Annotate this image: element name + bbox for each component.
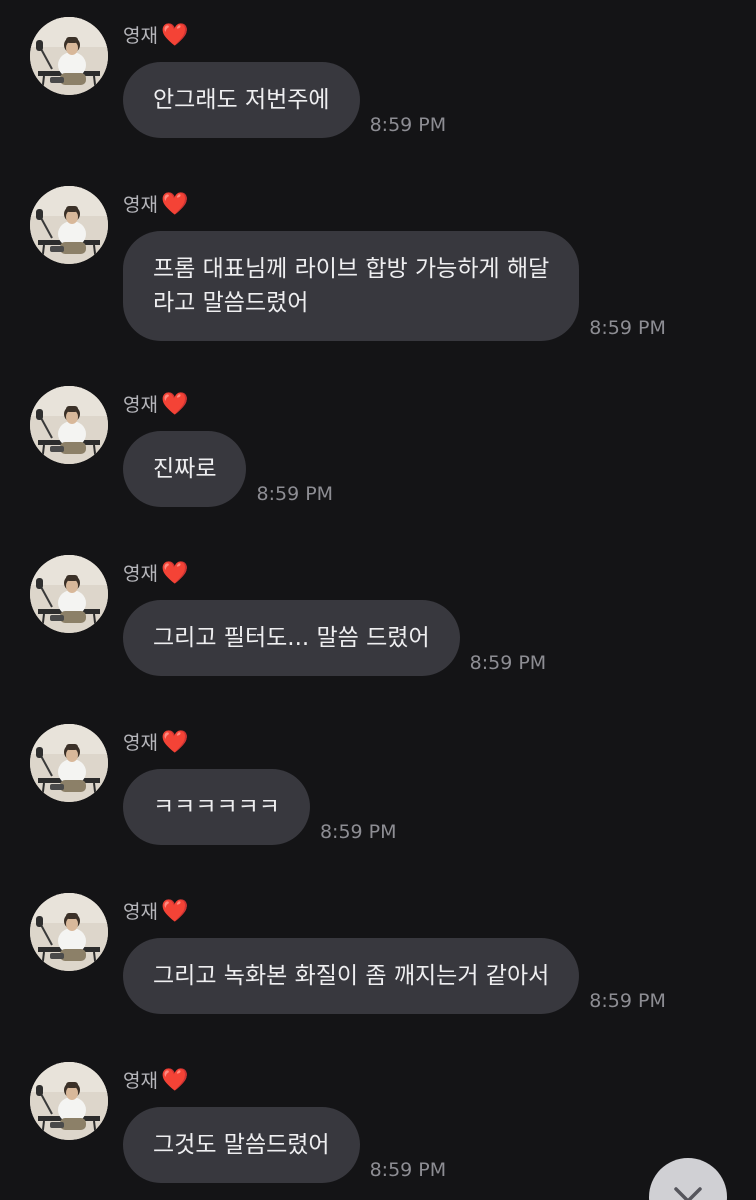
message-time: 8:59 PM — [256, 483, 334, 505]
message-bubble[interactable]: 그것도 말씀드렸어 — [123, 1107, 360, 1183]
sender: 영재 ❤️ — [123, 22, 188, 50]
sender: 영재 ❤️ — [123, 560, 188, 588]
sender-name: 영재 — [123, 732, 158, 754]
message-bubble[interactable]: 그리고 녹화본 화질이 좀 깨지는거 같아서 — [123, 938, 580, 1014]
sender-name: 영재 — [123, 25, 158, 47]
heart-icon: ❤️ — [160, 192, 189, 217]
heart-icon: ❤️ — [160, 899, 189, 924]
avatar[interactable] — [30, 724, 108, 802]
sender: 영재 ❤️ — [123, 391, 188, 419]
message-time: 8:59 PM — [319, 821, 397, 843]
sender-name: 영재 — [123, 394, 158, 416]
avatar[interactable] — [30, 1062, 108, 1140]
bubble-row: 그리고 녹화본 화질이 좀 깨지는거 같아서 8:59 PM — [123, 938, 666, 1014]
avatar[interactable] — [30, 186, 108, 264]
message-time: 8:59 PM — [369, 1159, 447, 1181]
avatar[interactable] — [30, 555, 108, 633]
sender: 영재 ❤️ — [123, 191, 188, 219]
sender-name: 영재 — [123, 194, 158, 216]
bubble-row: 그리고 필터도... 말씀 드렸어 8:59 PM — [123, 600, 546, 676]
message-bubble[interactable]: 진짜로 — [123, 431, 247, 507]
bubble-row: 그것도 말씀드렸어 8:59 PM — [123, 1107, 446, 1183]
message-bubble[interactable]: ㅋㅋㅋㅋㅋㅋ — [123, 769, 310, 845]
profile-photo — [30, 555, 108, 633]
profile-photo — [30, 17, 108, 95]
message-time: 8:59 PM — [589, 317, 666, 339]
sender-name: 영재 — [123, 901, 158, 923]
sender-name: 영재 — [123, 563, 158, 585]
message-bubble[interactable]: 그리고 필터도... 말씀 드렸어 — [123, 600, 460, 676]
avatar[interactable] — [30, 386, 108, 464]
scroll-down-button[interactable] — [649, 1158, 727, 1200]
profile-photo — [30, 186, 108, 264]
message-time: 8:59 PM — [469, 652, 547, 674]
heart-icon: ❤️ — [160, 1068, 189, 1093]
profile-photo — [30, 893, 108, 971]
sender-name: 영재 — [123, 1070, 158, 1092]
bubble-row: 안그래도 저번주에 8:59 PM — [123, 62, 446, 138]
profile-photo — [30, 724, 108, 802]
avatar[interactable] — [30, 17, 108, 95]
sender: 영재 ❤️ — [123, 729, 188, 757]
sender: 영재 ❤️ — [123, 1067, 188, 1095]
message-time: 8:59 PM — [589, 990, 666, 1012]
heart-icon: ❤️ — [160, 561, 189, 586]
profile-photo — [30, 1062, 108, 1140]
avatar[interactable] — [30, 893, 108, 971]
message-time: 8:59 PM — [369, 114, 447, 136]
chat-window[interactable]: 영재 ❤️ 안그래도 저번주에 8:59 PM 영재 ❤️ 프롬 대표님께 라이… — [0, 0, 756, 1200]
profile-photo — [30, 386, 108, 464]
bubble-row: ㅋㅋㅋㅋㅋㅋ 8:59 PM — [123, 769, 397, 845]
heart-icon: ❤️ — [160, 392, 189, 417]
chevron-down-icon — [674, 1187, 702, 1200]
message-bubble[interactable]: 프롬 대표님께 라이브 합방 가능하게 해달 라고 말씀드렸어 — [123, 231, 580, 341]
bubble-row: 진짜로 8:59 PM — [123, 431, 333, 507]
heart-icon: ❤️ — [160, 23, 189, 48]
bubble-row: 프롬 대표님께 라이브 합방 가능하게 해달 라고 말씀드렸어 8:59 PM — [123, 231, 666, 341]
message-bubble[interactable]: 안그래도 저번주에 — [123, 62, 360, 138]
sender: 영재 ❤️ — [123, 898, 188, 926]
heart-icon: ❤️ — [160, 730, 189, 755]
